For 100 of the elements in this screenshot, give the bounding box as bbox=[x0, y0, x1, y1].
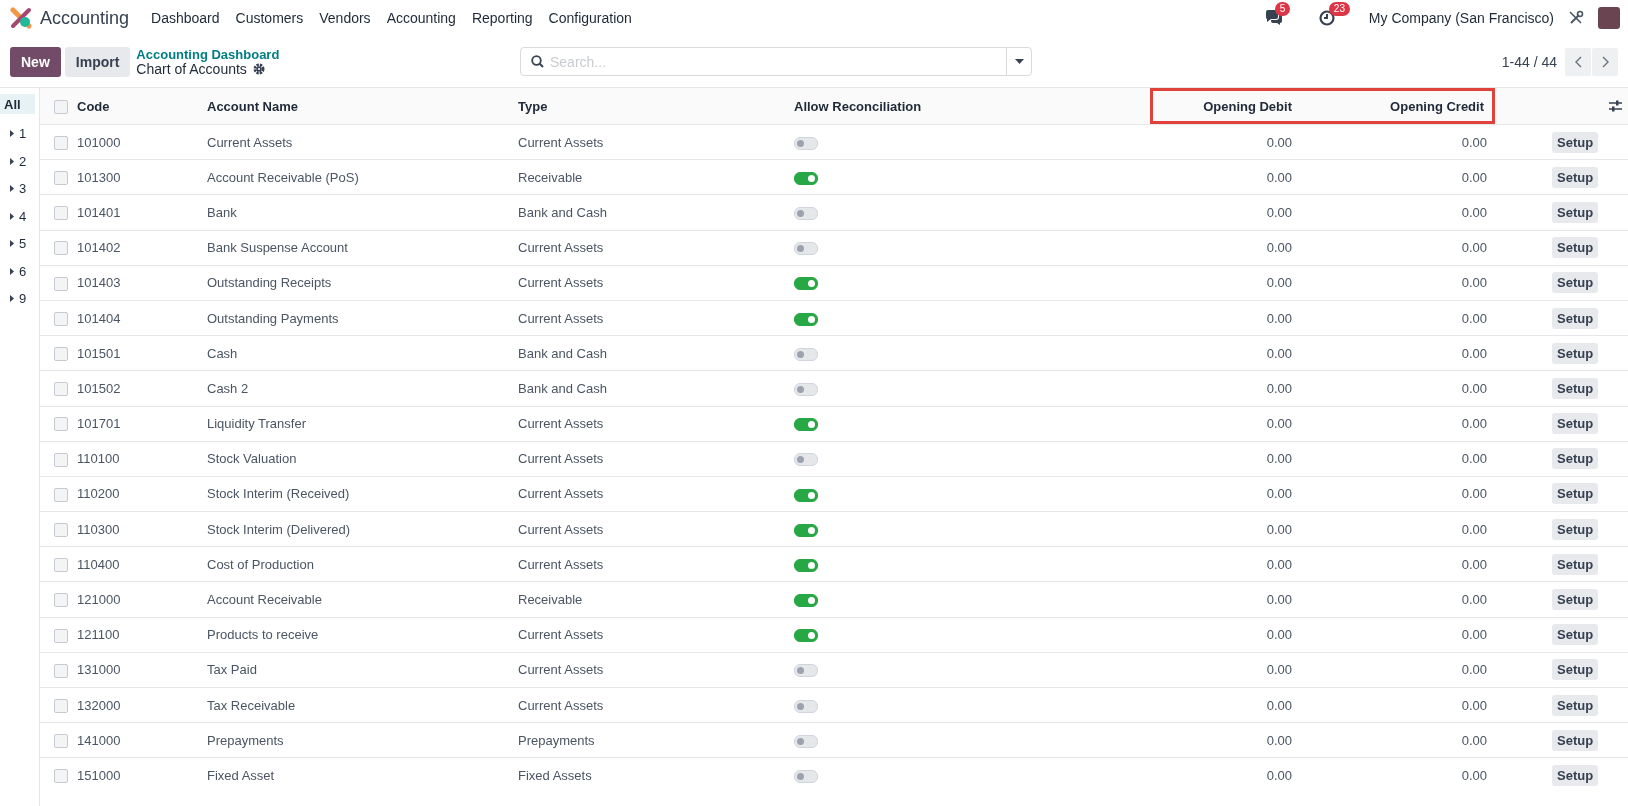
checkbox[interactable] bbox=[54, 276, 68, 291]
table-cell-text: 0.00 bbox=[1460, 556, 1488, 572]
checkbox[interactable] bbox=[54, 382, 68, 397]
table-cell-text: 101502 bbox=[76, 380, 122, 396]
column-header[interactable]: Allow Reconciliation bbox=[792, 88, 1150, 124]
setup-button[interactable]: Setup bbox=[1552, 307, 1599, 329]
table-cell-text: 0.00 bbox=[1460, 134, 1488, 150]
setup-button[interactable]: Setup bbox=[1552, 377, 1599, 399]
toggle-switch[interactable] bbox=[794, 312, 818, 326]
checkbox[interactable] bbox=[54, 487, 68, 502]
sidebar-item[interactable]: 5 bbox=[0, 230, 35, 258]
sidebar-item[interactable]: 1 bbox=[0, 120, 35, 148]
tools-icon[interactable] bbox=[1568, 10, 1584, 26]
setup-button[interactable]: Setup bbox=[1552, 237, 1599, 259]
menu-item[interactable]: Dashboard bbox=[143, 4, 228, 32]
sidebar-item[interactable]: All bbox=[0, 94, 35, 114]
column-header[interactable]: Account Name bbox=[205, 88, 516, 124]
setup-button[interactable]: Setup bbox=[1552, 483, 1599, 505]
next-button[interactable] bbox=[1592, 47, 1618, 76]
checkbox[interactable] bbox=[54, 769, 68, 784]
checkbox[interactable] bbox=[54, 99, 68, 114]
menu-item[interactable]: Configuration bbox=[540, 4, 640, 32]
checkbox[interactable] bbox=[54, 734, 68, 749]
checkbox[interactable] bbox=[54, 311, 68, 326]
column-header[interactable]: Opening Credit bbox=[1300, 88, 1495, 124]
sidebar-item[interactable]: 2 bbox=[0, 147, 35, 175]
setup-button[interactable]: Setup bbox=[1552, 342, 1599, 364]
import-button[interactable]: Import bbox=[64, 46, 131, 77]
table-cell-text: 0.00 bbox=[1265, 416, 1293, 432]
setup-button[interactable]: Setup bbox=[1552, 694, 1599, 716]
menu-item[interactable]: Reporting bbox=[463, 4, 541, 32]
toggle-switch[interactable] bbox=[794, 558, 818, 572]
breadcrumb-link[interactable]: Accounting Dashboard bbox=[136, 46, 280, 62]
app-logo-icon[interactable] bbox=[10, 7, 32, 29]
setup-button[interactable]: Setup bbox=[1552, 659, 1599, 681]
table-cell-text: 110400 bbox=[76, 556, 121, 572]
table-cell-text: Current Assets bbox=[517, 627, 605, 643]
avatar-icon[interactable] bbox=[1598, 7, 1620, 29]
setup-button[interactable]: Setup bbox=[1552, 131, 1599, 153]
checkbox[interactable] bbox=[54, 558, 68, 573]
clock-icon[interactable] bbox=[1318, 10, 1335, 26]
sidebar-item[interactable]: 3 bbox=[0, 175, 35, 203]
toggle-switch[interactable] bbox=[794, 418, 818, 432]
checkbox[interactable] bbox=[54, 628, 68, 643]
chat-icon[interactable] bbox=[1264, 10, 1283, 26]
checkbox[interactable] bbox=[54, 241, 68, 256]
app-name[interactable]: Accounting bbox=[40, 7, 130, 29]
menu-item[interactable]: Accounting bbox=[378, 4, 464, 32]
checkbox[interactable] bbox=[54, 347, 68, 361]
table-cell-text: 132000 bbox=[76, 697, 122, 713]
gear-icon[interactable] bbox=[252, 63, 265, 75]
checkbox[interactable] bbox=[54, 417, 68, 432]
table-cell-text: 0.00 bbox=[1265, 169, 1293, 185]
setup-button[interactable]: Setup bbox=[1552, 201, 1599, 223]
previous-button[interactable] bbox=[1565, 47, 1591, 76]
toggle-switch[interactable] bbox=[794, 594, 818, 608]
sidebar-item[interactable]: 4 bbox=[0, 202, 35, 230]
setup-button[interactable]: Setup bbox=[1552, 166, 1599, 188]
menu-item[interactable]: Customers bbox=[227, 4, 312, 32]
checkbox[interactable] bbox=[54, 452, 68, 467]
new-button[interactable]: New bbox=[10, 46, 61, 77]
toggle-switch[interactable] bbox=[794, 629, 818, 643]
table-cell-text: 0.00 bbox=[1265, 592, 1293, 608]
setup-button[interactable]: Setup bbox=[1552, 518, 1599, 540]
company-switcher[interactable]: My Company (San Francisco) bbox=[1368, 10, 1554, 26]
setup-button[interactable]: Setup bbox=[1552, 589, 1599, 611]
setup-button[interactable]: Setup bbox=[1552, 764, 1599, 786]
table-cell-text: 0.00 bbox=[1460, 416, 1488, 432]
toggle-switch[interactable] bbox=[794, 277, 818, 291]
checkbox[interactable] bbox=[54, 663, 68, 678]
column-settings-icon[interactable] bbox=[1609, 100, 1622, 112]
column-header[interactable]: Code bbox=[75, 88, 205, 124]
setup-button[interactable]: Setup bbox=[1552, 448, 1599, 470]
setup-button[interactable]: Setup bbox=[1552, 272, 1599, 294]
setup-button[interactable]: Setup bbox=[1552, 624, 1599, 646]
column-header[interactable]: Opening Debit bbox=[1150, 88, 1300, 124]
toggle-switch[interactable] bbox=[794, 171, 818, 185]
setup-button[interactable]: Setup bbox=[1552, 729, 1599, 751]
table-cell-text: 0.00 bbox=[1265, 275, 1293, 291]
sidebar-item[interactable]: 9 bbox=[0, 285, 35, 313]
checkbox[interactable] bbox=[54, 698, 68, 713]
checkbox[interactable] bbox=[54, 135, 68, 150]
table-cell-text: 101404 bbox=[76, 310, 122, 326]
checkbox[interactable] bbox=[54, 522, 68, 537]
checkbox[interactable] bbox=[54, 593, 68, 608]
column-header[interactable]: Type bbox=[516, 88, 792, 124]
pager-value[interactable]: 1-44 / 44 bbox=[1501, 53, 1557, 70]
table-cell-text: Fixed Assets bbox=[517, 767, 593, 783]
setup-button[interactable]: Setup bbox=[1552, 553, 1599, 575]
sidebar-item[interactable]: 6 bbox=[0, 257, 35, 285]
caret-icon[interactable] bbox=[1014, 59, 1024, 64]
setup-button[interactable]: Setup bbox=[1552, 413, 1599, 435]
table-cell-text: 0.00 bbox=[1460, 451, 1488, 467]
toggle-switch[interactable] bbox=[794, 488, 818, 502]
caret-right-icon bbox=[10, 267, 14, 275]
table-cell-text: 0.00 bbox=[1265, 310, 1293, 326]
menu-item[interactable]: Vendors bbox=[311, 4, 379, 32]
checkbox[interactable] bbox=[54, 206, 68, 221]
toggle-switch[interactable] bbox=[794, 523, 818, 537]
checkbox[interactable] bbox=[54, 171, 68, 186]
